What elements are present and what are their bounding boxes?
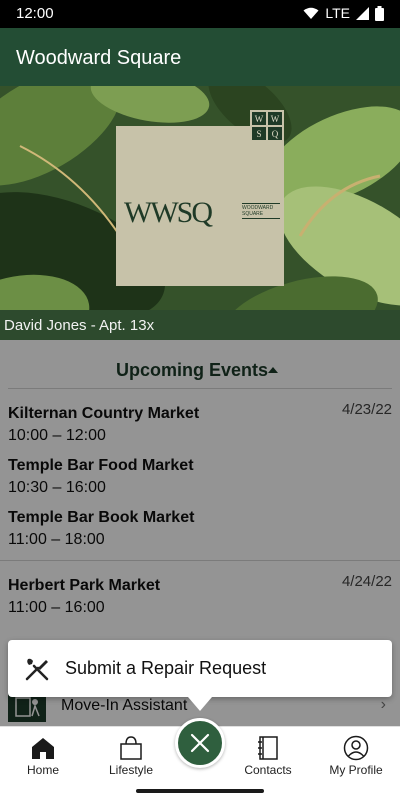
status-bar: 12:00 LTE — [0, 0, 400, 28]
signal-icon — [356, 6, 369, 20]
profile-icon — [343, 735, 369, 761]
address-book-icon — [255, 735, 281, 761]
event-time: 10:00 – 12:00 — [8, 427, 106, 444]
nav-label: Home — [26, 763, 59, 777]
event-name: Temple Bar Book Market — [8, 509, 195, 526]
logo-wordmark: WWSQ — [124, 196, 213, 229]
tools-icon — [24, 656, 50, 682]
menu-pointer — [188, 697, 212, 711]
repair-request-label: Submit a Repair Request — [65, 658, 267, 678]
event-time: 11:00 – 18:00 — [8, 531, 105, 548]
nav-label: Contacts — [244, 763, 292, 777]
event-item[interactable]: Herbert Park Market 11:00 – 16:00 — [8, 577, 160, 617]
nav-label: My Profile — [329, 763, 383, 777]
divider — [8, 388, 392, 389]
event-date: 4/24/22 — [341, 573, 392, 590]
app-bar: Woodward Square — [0, 28, 400, 86]
logo-subtitle: WOODWARD SQUARE — [242, 203, 280, 219]
close-menu-fab[interactable] — [175, 718, 225, 768]
home-icon — [30, 735, 56, 761]
status-time: 12:00 — [16, 5, 54, 22]
nav-my-profile[interactable]: My Profile — [321, 727, 391, 783]
event-name: Herbert Park Market — [8, 577, 161, 594]
brand-logo: WWSQ WOODWARD SQUARE — [116, 126, 284, 286]
caret-up-icon — [268, 367, 278, 373]
monogram-letter: W — [251, 111, 267, 126]
events-title: Upcoming Events — [116, 360, 269, 380]
wifi-icon — [303, 7, 319, 20]
event-item[interactable]: Temple Bar Food Market 10:30 – 16:00 — [8, 457, 194, 497]
status-icons: LTE — [303, 5, 384, 21]
shopping-bag-icon — [118, 735, 144, 761]
event-time: 10:30 – 16:00 — [8, 479, 106, 496]
gesture-bar — [0, 782, 400, 800]
move-in-label: Move-In Assistant — [61, 697, 188, 714]
resident-info-bar: David Jones - Apt. 13x — [0, 310, 400, 340]
battery-icon — [375, 5, 384, 21]
nav-home[interactable]: Home — [8, 727, 78, 783]
home-gesture-handle[interactable] — [136, 789, 264, 793]
hero-banner: WWSQ WOODWARD SQUARE W W S Q David Jones… — [0, 86, 400, 340]
event-item[interactable]: Temple Bar Book Market 11:00 – 18:00 — [8, 509, 194, 549]
network-type: LTE — [325, 5, 350, 21]
monogram-letter: S — [251, 126, 267, 141]
event-time: 11:00 – 16:00 — [8, 599, 105, 616]
corner-monogram: W W S Q — [250, 110, 284, 142]
event-item[interactable]: Kilternan Country Market 10:00 – 12:00 — [8, 405, 199, 445]
nav-lifestyle[interactable]: Lifestyle — [96, 727, 166, 783]
nav-label: Lifestyle — [108, 763, 154, 777]
monogram-letter: Q — [267, 126, 283, 141]
events-section-toggle[interactable]: Upcoming Events — [0, 340, 400, 388]
divider — [0, 560, 400, 561]
monogram-letter: W — [267, 111, 283, 126]
event-date: 4/23/22 — [341, 401, 392, 418]
submit-repair-request-button[interactable]: Submit a Repair Request — [8, 640, 392, 697]
chevron-right-icon: › — [380, 696, 386, 713]
resident-label: David Jones - Apt. 13x — [4, 317, 155, 334]
event-name: Temple Bar Food Market — [8, 457, 194, 474]
event-name: Kilternan Country Market — [8, 405, 200, 422]
nav-contacts[interactable]: Contacts — [233, 727, 303, 783]
close-icon — [190, 733, 210, 753]
app-title: Woodward Square — [16, 47, 182, 69]
